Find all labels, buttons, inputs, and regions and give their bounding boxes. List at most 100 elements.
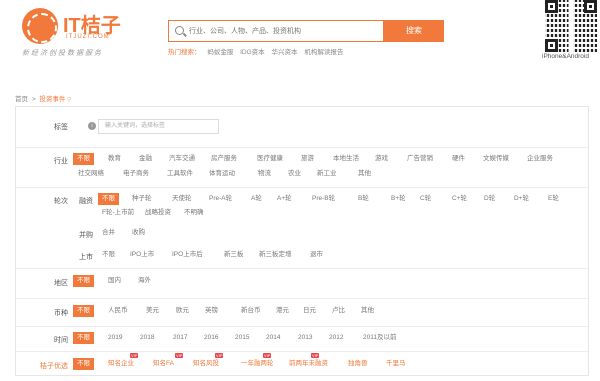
filter-option[interactable]: A轮 [251, 193, 262, 205]
filter-option[interactable]: 国内 [108, 275, 121, 287]
filter-option[interactable]: 汽车交通 [169, 153, 195, 165]
filter-option[interactable]: 收购 [132, 227, 145, 239]
filter-panel: 标签 i 输入关键词，选择标签 行业 不限 教育 金融 汽车交通 房产服务 医疗健康 旅游 本… [15, 106, 589, 376]
hot-search-item[interactable]: IDG资本 [240, 49, 265, 56]
filter-option[interactable]: 一年融两轮 [241, 358, 274, 370]
search-button[interactable]: 搜索 [384, 20, 444, 42]
filter-option[interactable]: 知名企业 [108, 358, 134, 370]
filter-option[interactable]: 天使轮 [172, 193, 192, 205]
filter-option[interactable]: B轮 [358, 193, 369, 205]
filter-option[interactable]: 金融 [139, 153, 152, 165]
filter-option[interactable]: 战略投资 [145, 207, 171, 219]
filter-option[interactable]: 硬件 [452, 153, 465, 165]
vip-badge: VIP [175, 353, 184, 358]
filter-option[interactable]: 不明确 [184, 207, 204, 219]
filter-option[interactable]: 2017 [173, 332, 187, 344]
filter-option[interactable]: 2019 [108, 332, 122, 344]
filter-option[interactable]: 新工业 [317, 168, 337, 180]
hot-search-item[interactable]: 机构解读报告 [304, 49, 343, 56]
filter-option[interactable]: F轮-上市前 [102, 207, 134, 219]
filter-option[interactable]: 医疗健康 [257, 153, 283, 165]
filter-option[interactable]: 游戏 [375, 153, 388, 165]
filter-option[interactable]: IPO上市后 [172, 249, 203, 261]
filter-row-currency: 币种 不限 人民币 美元 欧元 英镑 新台币 港元 日元 卢比 其他 [16, 298, 588, 326]
filter-option[interactable]: 其他 [361, 305, 374, 317]
filter-option[interactable]: 2015 [235, 332, 249, 344]
filter-option[interactable]: 日元 [303, 305, 316, 317]
filter-option[interactable]: D轮 [484, 193, 495, 205]
filter-option[interactable]: 前两年未融资 [289, 358, 328, 370]
filter-option[interactable]: 社交网络 [78, 168, 104, 180]
hot-search-item[interactable]: 蚂蚁金服 [207, 49, 233, 56]
filter-option[interactable]: Pre-B轮 [312, 193, 335, 205]
filter-option[interactable]: 不限 [73, 332, 94, 344]
filter-option[interactable]: 电子商务 [123, 168, 149, 180]
filter-option[interactable]: 房产服务 [211, 153, 237, 165]
filter-row-region: 地区 不限 国内 海外 [16, 268, 588, 294]
filter-option[interactable]: 广告营销 [407, 153, 433, 165]
filter-option[interactable]: 不限 [73, 358, 94, 370]
info-icon[interactable]: i [88, 122, 96, 130]
breadcrumb-current[interactable]: 投资事件 [39, 96, 65, 103]
filter-option[interactable]: 企业服务 [527, 153, 553, 165]
filter-option[interactable]: D+轮 [514, 193, 529, 205]
filter-option[interactable]: 旅游 [301, 153, 314, 165]
logo-slogan: 新经济创投数据服务 [22, 50, 103, 57]
filter-option[interactable]: 港元 [276, 305, 289, 317]
filter-row-time: 时间 不限 2019 2018 2017 2016 2015 2014 2013 2012 201… [16, 326, 588, 351]
tag-input[interactable]: 输入关键词，选择标签 [98, 119, 219, 134]
filter-option[interactable]: 千里马 [386, 358, 406, 370]
breadcrumb-home[interactable]: 首页 [15, 96, 28, 103]
filter-option[interactable]: Pre-A轮 [209, 193, 232, 205]
filter-option[interactable]: 种子轮 [132, 193, 152, 205]
chevron-down-icon[interactable]: ▽ [67, 97, 71, 103]
filter-option[interactable]: 不限 [102, 249, 115, 261]
filter-option[interactable]: 美元 [146, 305, 159, 317]
filter-option[interactable]: 不限 [73, 153, 94, 165]
filter-option[interactable]: 2016 [204, 332, 218, 344]
filter-option[interactable]: C轮 [420, 193, 431, 205]
filter-option[interactable]: 退市 [310, 249, 323, 261]
filter-option[interactable]: 文娱传媒 [483, 153, 509, 165]
filter-option[interactable]: 教育 [108, 153, 121, 165]
filter-option[interactable]: 合并 [102, 227, 115, 239]
filter-option[interactable]: 新三板 [224, 249, 244, 261]
filter-option[interactable]: 体育运动 [209, 168, 235, 180]
filter-option[interactable]: 工具软件 [167, 168, 193, 180]
filter-option[interactable]: A+轮 [277, 193, 292, 205]
filter-option[interactable]: 人民币 [108, 305, 128, 317]
filter-option[interactable]: 物流 [258, 168, 271, 180]
filter-option[interactable]: 卢比 [332, 305, 345, 317]
filter-option[interactable]: 欧元 [176, 305, 189, 317]
filter-option[interactable]: 独角兽 [348, 358, 368, 370]
breadcrumb-separator: > [31, 96, 36, 103]
filter-option[interactable]: 不限 [98, 193, 119, 205]
filter-option[interactable]: 海外 [138, 275, 151, 287]
search-box[interactable] [168, 20, 384, 42]
filter-option[interactable]: 2012 [329, 332, 343, 344]
filter-option[interactable]: 2018 [140, 332, 154, 344]
filter-option[interactable]: 2013 [298, 332, 312, 344]
filter-option[interactable]: 本地生活 [333, 153, 359, 165]
search-input[interactable] [189, 23, 379, 39]
hot-search: 热门搜索： 蚂蚁金服 IDG资本 华兴资本 机构解读报告 [168, 46, 343, 56]
filter-option[interactable]: 农业 [288, 168, 301, 180]
filter-option[interactable]: 不限 [73, 305, 94, 317]
hot-search-item[interactable]: 华兴资本 [272, 49, 298, 56]
filter-option[interactable]: 新三板定增 [259, 249, 292, 261]
filter-option[interactable]: 知名风投 [193, 358, 219, 370]
filter-option[interactable]: 知名FA [153, 358, 174, 370]
filter-option[interactable]: 其他 [358, 168, 371, 180]
filter-option[interactable]: 新台币 [241, 305, 261, 317]
filter-option[interactable]: 2014 [266, 332, 280, 344]
logo[interactable]: IT桔子 ITJUZI.COM 新经济创投数据服务 [22, 8, 142, 58]
vip-badge: VIP [263, 353, 272, 358]
filter-option[interactable]: 不限 [73, 275, 94, 287]
filter-option[interactable]: IPO上市 [130, 249, 154, 261]
filter-option[interactable]: 英镑 [205, 305, 218, 317]
filter-option[interactable]: B+轮 [391, 193, 406, 205]
filter-option[interactable]: E轮 [548, 193, 559, 205]
filter-option[interactable]: C+轮 [452, 193, 467, 205]
filter-option[interactable]: 2011及以前 [363, 332, 396, 344]
orange-slice-icon [22, 8, 58, 44]
